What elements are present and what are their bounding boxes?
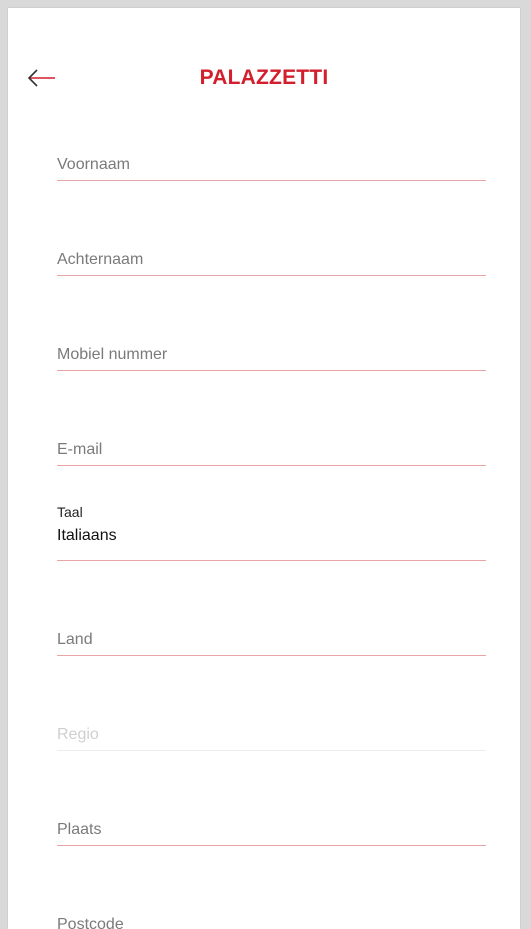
- region-field: Regio: [57, 710, 486, 751]
- language-select[interactable]: Taal Italiaans: [57, 498, 486, 561]
- language-value: Italiaans: [57, 527, 117, 544]
- last-name-placeholder: Achternaam: [57, 251, 144, 268]
- email-field[interactable]: E-mail: [57, 425, 486, 466]
- postal-code-placeholder: Postcode: [57, 916, 124, 929]
- registration-screen: PALAZZETTI Voornaam Achternaam Mobiel nu…: [8, 8, 520, 929]
- postal-code-field[interactable]: Postcode: [57, 897, 486, 929]
- brand-logo: PALAZZETTI: [199, 66, 329, 89]
- mobile-number-field[interactable]: Mobiel nummer: [57, 330, 486, 371]
- city-placeholder: Plaats: [57, 821, 102, 838]
- language-label: Taal: [57, 504, 83, 520]
- first-name-field[interactable]: Voornaam: [57, 140, 486, 181]
- last-name-field[interactable]: Achternaam: [57, 235, 486, 276]
- mobile-number-placeholder: Mobiel nummer: [57, 346, 168, 363]
- email-placeholder: E-mail: [57, 441, 103, 458]
- city-field[interactable]: Plaats: [57, 805, 486, 846]
- first-name-placeholder: Voornaam: [57, 156, 130, 173]
- country-placeholder: Land: [57, 631, 93, 648]
- region-placeholder: Regio: [57, 726, 99, 743]
- country-field[interactable]: Land: [57, 615, 486, 656]
